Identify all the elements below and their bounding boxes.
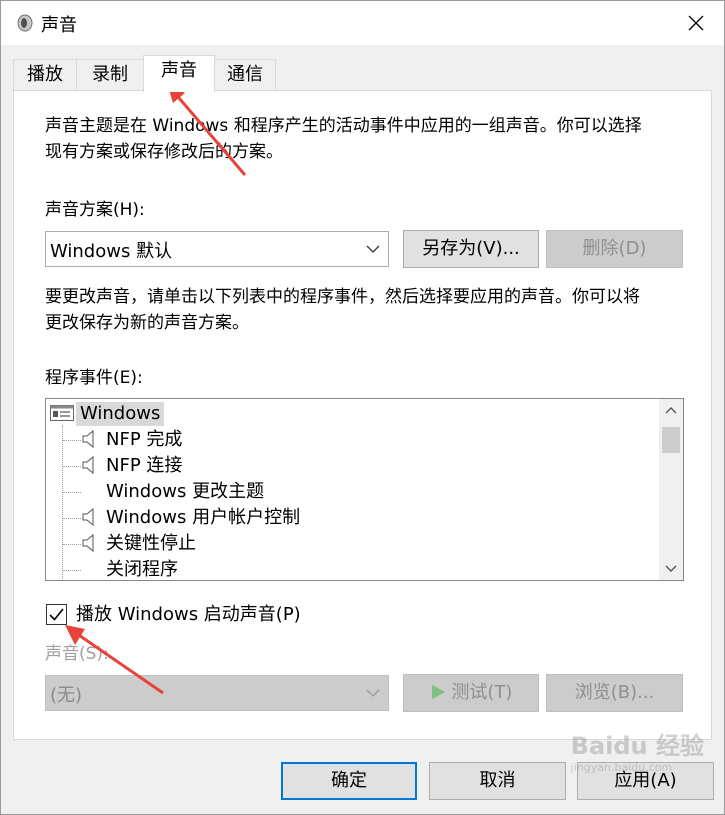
scheme-select[interactable]: Windows 默认	[45, 231, 389, 267]
sound-select[interactable]: (无)	[45, 675, 389, 711]
windows-window-icon	[50, 405, 74, 421]
tree-line	[63, 544, 81, 545]
sounds-label: 声音(S):	[45, 644, 109, 664]
event-item[interactable]: Windows 用户帐户控制	[106, 506, 300, 530]
scroll-thumb[interactable]	[662, 427, 680, 453]
intro-text-line1: 声音主题是在 Windows 和程序产生的活动事件中应用的一组声音。你可以选择	[45, 116, 642, 136]
ok-button[interactable]: 确定	[281, 762, 417, 800]
checkmark-icon	[49, 608, 64, 621]
program-events-label: 程序事件(E):	[45, 368, 143, 388]
speaker-icon	[82, 533, 94, 553]
event-item[interactable]: 关键性停止	[106, 532, 196, 556]
title-bar: 声音	[1, 1, 724, 45]
event-root-windows[interactable]: Windows	[76, 402, 165, 426]
tree-line	[63, 492, 81, 493]
play-icon	[431, 685, 445, 699]
event-item[interactable]: NFP 连接	[106, 454, 182, 478]
chevron-down-icon	[366, 245, 380, 253]
scheme-select-value: Windows 默认	[50, 241, 173, 262]
tree-line	[63, 440, 81, 441]
speaker-icon	[82, 429, 94, 449]
chevron-up-icon	[665, 407, 677, 414]
startup-sound-label[interactable]: 播放 Windows 启动声音(P)	[76, 602, 301, 628]
event-item[interactable]: Windows 更改主题	[106, 480, 264, 504]
tree-line	[63, 518, 81, 519]
chevron-down-icon	[366, 689, 380, 697]
browse-button[interactable]: 浏览(B)...	[546, 674, 683, 712]
test-button[interactable]: 测试(T)	[403, 674, 539, 712]
cancel-button[interactable]: 取消	[429, 762, 566, 800]
save-as-button[interactable]: 另存为(V)...	[403, 230, 539, 268]
instructions-line1: 要更改声音，请单击以下列表中的程序事件，然后选择要应用的声音。你可以将	[45, 287, 640, 307]
intro-text-line2: 现有方案或保存修改后的方案。	[45, 142, 283, 162]
test-button-label: 测试(T)	[451, 682, 513, 703]
window-title: 声音	[41, 15, 77, 36]
tab-communications[interactable]: 通信	[214, 59, 276, 91]
tree-line	[63, 466, 81, 467]
scheme-label: 声音方案(H):	[45, 200, 145, 220]
tab-recording[interactable]: 录制	[76, 59, 144, 91]
tree-line	[62, 425, 63, 580]
startup-sound-checkbox[interactable]	[46, 604, 67, 625]
close-icon	[688, 15, 704, 31]
event-item[interactable]: 关闭程序	[106, 558, 178, 580]
sound-dialog: 声音 播放 录制 声音 通信 声音主题是在 Windows 和程序产生的活动事件…	[0, 0, 725, 815]
apply-button[interactable]: 应用(A)	[577, 762, 714, 800]
speaker-icon	[82, 507, 94, 527]
tree-line	[63, 570, 81, 571]
scroll-up-button[interactable]	[659, 399, 683, 423]
tab-playback[interactable]: 播放	[13, 59, 77, 91]
event-item[interactable]: NFP 完成	[106, 428, 182, 452]
tab-strip: 播放 录制 声音 通信	[1, 45, 724, 92]
instructions-line2: 更改保存为新的声音方案。	[45, 313, 249, 333]
tab-sounds[interactable]: 声音	[143, 55, 215, 92]
speaker-icon	[82, 455, 94, 475]
delete-button[interactable]: 删除(D)	[546, 230, 683, 268]
sound-select-value: (无)	[50, 685, 83, 706]
events-scrollbar[interactable]	[659, 399, 683, 580]
scroll-down-button[interactable]	[659, 556, 683, 580]
sounds-panel: 声音主题是在 Windows 和程序产生的活动事件中应用的一组声音。你可以选择 …	[13, 90, 712, 740]
speaker-app-icon	[17, 14, 33, 32]
close-button[interactable]	[668, 1, 724, 45]
chevron-down-icon	[665, 565, 677, 572]
program-events-list[interactable]: Windows NFP 完成 NFP 连接 Windows 更改主题 Windo…	[45, 398, 684, 581]
